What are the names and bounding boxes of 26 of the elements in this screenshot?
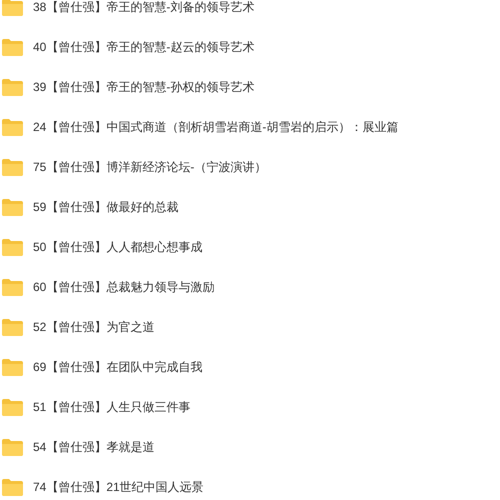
folder-name[interactable]: 50【曾仕强】人人都想心想事成 <box>33 238 202 256</box>
folder-icon <box>2 118 23 136</box>
folder-name[interactable]: 75【曾仕强】博洋新经济论坛-（宁波演讲） <box>33 158 266 176</box>
folder-name[interactable]: 52【曾仕强】为官之道 <box>33 318 154 336</box>
folder-icon <box>2 398 23 416</box>
folder-name[interactable]: 40【曾仕强】帝王的智慧-赵云的领导艺术 <box>33 38 254 56</box>
folder-icon <box>2 78 23 96</box>
folder-name[interactable]: 24【曾仕强】中国式商道（剖析胡雪岩商道-胡雪岩的启示）：展业篇 <box>33 118 398 136</box>
folder-name[interactable]: 39【曾仕强】帝王的智慧-孙权的领导艺术 <box>33 78 254 96</box>
folder-icon <box>2 238 23 256</box>
folder-icon <box>2 278 23 296</box>
folder-name[interactable]: 51【曾仕强】人生只做三件事 <box>33 398 190 416</box>
folder-name[interactable]: 54【曾仕强】孝就是道 <box>33 438 154 456</box>
folder-name[interactable]: 59【曾仕强】做最好的总裁 <box>33 198 178 216</box>
folder-icon <box>2 318 23 336</box>
folder-icon <box>2 358 23 376</box>
folder-name[interactable]: 74【曾仕强】21世纪中国人远景 <box>33 478 204 496</box>
folder-name[interactable]: 60【曾仕强】总裁魅力领导与激励 <box>33 278 214 296</box>
folder-icon <box>2 158 23 176</box>
folder-name[interactable]: 38【曾仕强】帝王的智慧-刘备的领导艺术 <box>33 0 254 16</box>
folder-icon <box>2 198 23 216</box>
folder-icon <box>2 438 23 456</box>
folder-icon <box>2 38 23 56</box>
folder-icon <box>2 478 23 496</box>
folder-name[interactable]: 69【曾仕强】在团队中完成自我 <box>33 358 202 376</box>
folder-icon <box>2 0 23 16</box>
